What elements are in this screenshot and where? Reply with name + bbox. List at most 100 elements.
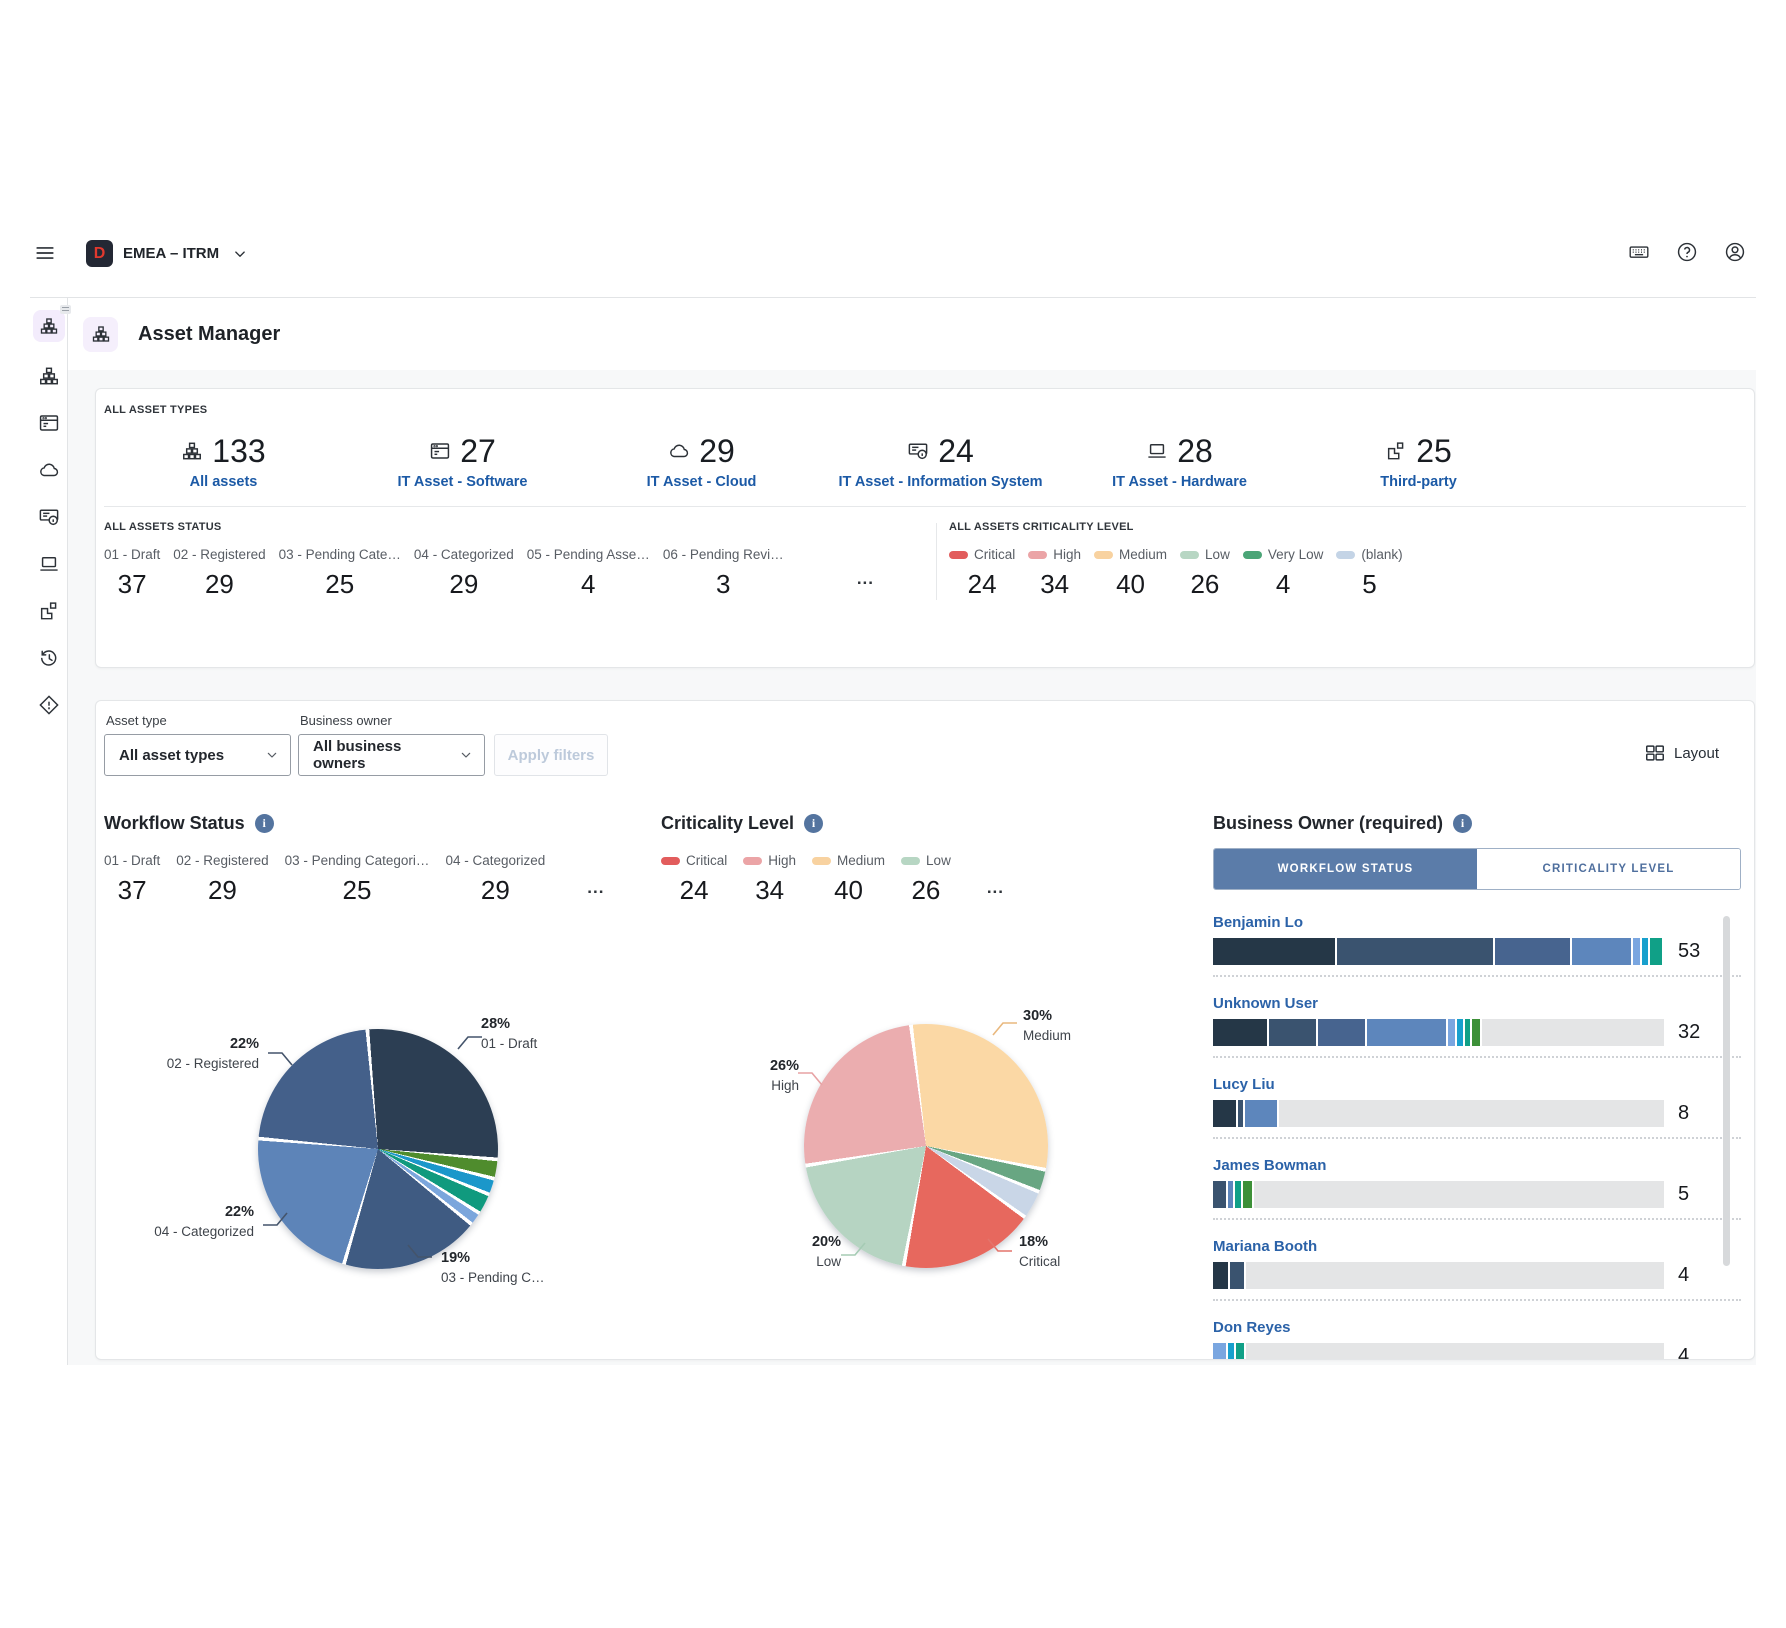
bar-segment-slate — [1337, 938, 1495, 965]
status-label: 04 - Categorized — [414, 547, 514, 562]
asset-type-stat[interactable]: 27 IT Asset - Software — [343, 432, 582, 490]
sidebar-item-asset-manager[interactable] — [33, 310, 65, 342]
owner-stacked-bar[interactable] — [1213, 1343, 1664, 1360]
status-count: 29 — [414, 569, 514, 600]
asset-type-stat[interactable]: 133 All assets — [104, 432, 343, 490]
criticality-chip — [661, 857, 680, 865]
sidebar-item-4[interactable] — [37, 506, 61, 530]
callout-line — [261, 1211, 289, 1231]
sidebar-item-3[interactable] — [37, 459, 61, 483]
app-window: D EMEA – ITRM Asset Manager ALL ASSET TY… — [30, 210, 1756, 1365]
owner-link[interactable]: Benjamin Lo — [1213, 914, 1303, 931]
status-overflow-button[interactable]: ... — [857, 569, 874, 589]
account-icon — [1724, 241, 1746, 263]
owner-stacked-bar[interactable] — [1213, 1100, 1664, 1127]
criticality-chip — [1243, 551, 1262, 559]
owner-stacked-bar[interactable] — [1213, 938, 1664, 965]
criticality-stat: (blank) 5 — [1336, 547, 1402, 600]
tab-workflow-status[interactable]: WORKFLOW STATUS — [1214, 849, 1477, 889]
sidebar-item-6[interactable] — [37, 600, 61, 624]
sidebar-item-5[interactable] — [37, 553, 61, 577]
workflow-overflow-button[interactable]: ... — [587, 878, 604, 898]
chevron-down-icon — [231, 245, 249, 263]
owner-row: James Bowman 5 — [1213, 1139, 1741, 1220]
status-stat: 01 - Draft 37 — [104, 547, 160, 600]
info-icon[interactable]: i — [255, 814, 274, 833]
info-icon[interactable]: i — [804, 814, 823, 833]
owner-count: 4 — [1678, 1345, 1689, 1360]
business-owner-select[interactable]: All business owners — [298, 734, 485, 776]
sidebar-item-7[interactable] — [37, 647, 61, 671]
bar-segment-peri — [1213, 1343, 1228, 1360]
owner-stacked-bar[interactable] — [1213, 1181, 1664, 1208]
criticality-level-title-text: Criticality Level — [661, 813, 794, 834]
bar-segment-light — [1245, 1100, 1279, 1127]
topbar-actions — [1628, 241, 1746, 266]
help-button[interactable] — [1676, 241, 1698, 266]
asset-type-filter-label: Asset type — [106, 713, 167, 728]
sidebar-item-8[interactable] — [37, 694, 61, 718]
asset-type-stat[interactable]: 28 IT Asset - Hardware — [1060, 432, 1299, 490]
criticality-legend-item: Medium 40 — [812, 853, 885, 906]
keyboard-button[interactable] — [1628, 241, 1650, 266]
workspace-switcher-button[interactable] — [231, 245, 249, 263]
bar-segment-green — [1472, 1019, 1481, 1046]
owner-link[interactable]: Unknown User — [1213, 995, 1318, 1012]
owner-link[interactable]: Don Reyes — [1213, 1319, 1291, 1336]
criticality-stat: High 34 — [1028, 547, 1081, 600]
scrollbar[interactable] — [1723, 916, 1730, 1266]
pie-callout-low: 20% Low — [698, 1233, 841, 1271]
criticality-pie[interactable] — [804, 1024, 1048, 1268]
asset-type-stat[interactable]: 25 Third-party — [1299, 432, 1538, 490]
workflow-stat: 01 - Draft 37 — [104, 853, 160, 906]
information-system-icon — [38, 506, 60, 528]
asset-type-stat[interactable]: 29 IT Asset - Cloud — [582, 432, 821, 490]
status-stat: 05 - Pending Asse… 4 — [527, 547, 650, 600]
sidebar-item-2[interactable] — [37, 412, 61, 436]
status-label: 06 - Pending Revi… — [663, 547, 784, 562]
status-label: 02 - Registered — [173, 547, 265, 562]
owner-link[interactable]: James Bowman — [1213, 1157, 1326, 1174]
bar-segment-slate — [1230, 1262, 1247, 1289]
sidebar-item-1[interactable] — [37, 365, 61, 389]
criticality-label: Medium — [1119, 547, 1167, 562]
owner-count: 32 — [1678, 1021, 1700, 1044]
top-bar: D EMEA – ITRM — [30, 210, 1756, 298]
account-button[interactable] — [1724, 241, 1746, 266]
divider — [104, 506, 1746, 507]
bar-segment-teal — [1235, 1181, 1243, 1208]
criticality-count: 24 — [949, 569, 1015, 600]
criticality-chip — [743, 857, 762, 865]
owner-link[interactable]: Lucy Liu — [1213, 1076, 1275, 1093]
bar-segment-cyan — [1642, 938, 1649, 965]
owner-stacked-bar[interactable] — [1213, 1262, 1664, 1289]
bar-segment-med — [1495, 938, 1572, 965]
menu-button[interactable] — [33, 242, 57, 266]
workflow-stat: 02 - Registered 29 — [176, 853, 268, 906]
bar-segment-green — [1243, 1181, 1254, 1208]
asset-type-stat[interactable]: 24 IT Asset - Information System — [821, 432, 1060, 490]
layout-button[interactable]: Layout — [1638, 741, 1725, 765]
criticality-pie-chart: 30% Medium 26% High 20% Low — [656, 1001, 1216, 1360]
bar-segment-navy — [1213, 938, 1337, 965]
callout-line — [986, 1237, 1014, 1257]
criticality-chip — [812, 857, 831, 865]
criticality-legend-item: High 34 — [743, 853, 796, 906]
info-icon[interactable]: i — [1453, 814, 1472, 833]
owner-stacked-bar[interactable] — [1213, 1019, 1664, 1046]
status-label: 05 - Pending Asse… — [527, 547, 650, 562]
asset-type-select[interactable]: All asset types — [104, 734, 291, 776]
sidebar — [30, 298, 68, 1365]
owner-link[interactable]: Mariana Booth — [1213, 1238, 1317, 1255]
app-logo-icon: D — [86, 240, 113, 267]
asset-type-label: IT Asset - Cloud — [582, 474, 821, 490]
status-count: 37 — [104, 569, 160, 600]
status-count: 29 — [173, 569, 265, 600]
apply-filters-button[interactable]: Apply filters — [494, 734, 608, 776]
tab-criticality-level[interactable]: CRITICALITY LEVEL — [1477, 849, 1740, 889]
page-header: Asset Manager — [68, 298, 1756, 370]
bar-segment-teal — [1650, 938, 1664, 965]
workflow-pie[interactable] — [258, 1029, 498, 1269]
criticality-overflow-button[interactable]: ... — [987, 878, 1004, 898]
workspace-name[interactable]: EMEA – ITRM — [123, 245, 219, 262]
